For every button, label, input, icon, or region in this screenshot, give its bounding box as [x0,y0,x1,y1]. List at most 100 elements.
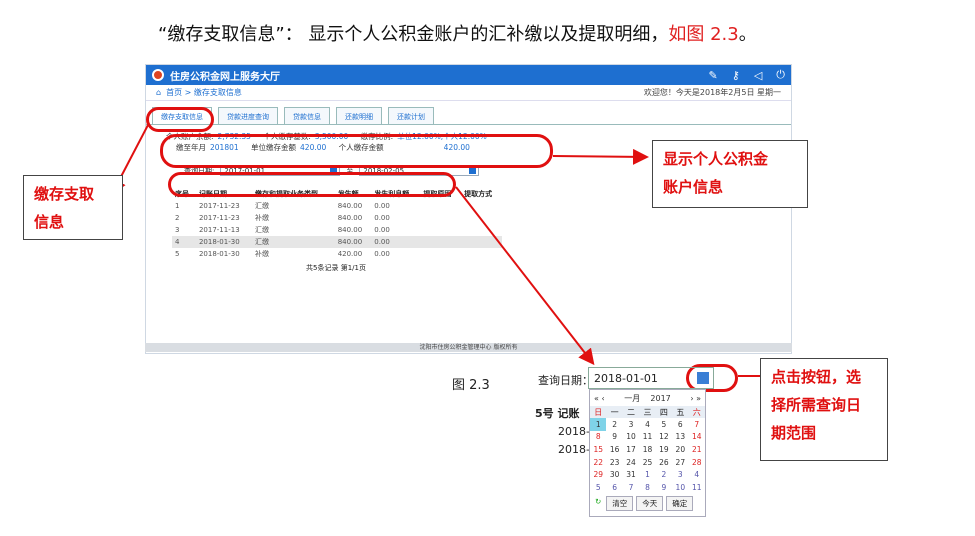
prev-month-icon[interactable]: ‹ [601,394,604,403]
calendar-day[interactable]: 3 [623,418,639,431]
partial-header: 5号 记账 [535,407,580,420]
calendar-day[interactable]: 12 [656,431,672,444]
calendar-day[interactable]: 2 [606,418,622,431]
weekday-label: 一 [606,406,623,418]
calendar-grid: 日 一 二 三 四 五 六 1234567 8 9 10 11 12 13 14 15 16 1… [590,406,705,494]
callout-deposit-info: 缴存支取 信息 [23,175,123,240]
app-topbar: 住房公积金网上服务大厅 ✎ ⚷ ◁ ⏻ [146,65,791,85]
calendar-day[interactable]: 28 [689,456,705,469]
calendar-day[interactable]: 9 [606,431,622,444]
weekday-label: 四 [655,406,673,418]
table-row[interactable]: 2 2017-11-23 补缴 840.00 0.00 [172,212,502,224]
tab-repayment-detail[interactable]: 还款明细 [336,107,382,124]
calendar-day[interactable]: 22 [590,456,606,469]
calendar-query-label: 查询日期： [538,374,593,387]
calendar-day[interactable]: 1 [590,418,607,431]
calendar-query-input[interactable]: 2018-01-01 [588,367,714,389]
calendar-day[interactable]: 21 [689,443,705,456]
weekday-label: 六 [688,406,705,418]
calendar-day[interactable]: 26 [656,456,672,469]
table-row[interactable]: 3 2017-11-13 汇缴 840.00 0.00 [172,224,502,236]
welcome-text: 欢迎您！今天是2018年2月5日 星期一 [643,88,781,97]
calendar-icon[interactable] [697,372,709,384]
power-icon[interactable]: ⏻ [776,68,785,82]
speaker-icon[interactable]: ◁ [754,69,762,82]
refresh-icon[interactable]: ↻ [593,496,603,511]
callout-select-date: 点击按钮，选 择所需查询日 期范围 [760,358,888,461]
calendar-day[interactable]: 11 [639,431,655,444]
weekday-label: 五 [672,406,689,418]
calendar-popup: « ‹ 一月 2017 › » 日 一 二 三 四 五 六 1234567 89… [589,389,706,517]
prev-year-icon[interactable]: « [594,394,599,403]
weekday-label: 三 [639,406,656,418]
calendar-day[interactable]: 18 [639,443,655,456]
calendar-day[interactable]: 27 [672,456,688,469]
calendar-buttons: ↻ 清空 今天 确定 [590,494,705,513]
calendar-day[interactable]: 7 [623,481,639,494]
calendar-day[interactable]: 20 [672,443,688,456]
figure-label: 图 2.3 [452,378,490,393]
calendar-day[interactable]: 6 [672,418,688,431]
calendar-day[interactable]: 8 [590,431,606,444]
calendar-day[interactable]: 23 [606,456,622,469]
calendar-day[interactable]: 2 [656,468,672,481]
clear-button[interactable]: 清空 [606,495,634,511]
key-icon[interactable]: ⚷ [732,69,740,82]
calendar-day[interactable]: 8 [639,481,655,494]
tab-loan-progress[interactable]: 贷款进度查询 [218,107,278,124]
calendar-day[interactable]: 14 [689,431,705,444]
calendar-day[interactable]: 1 [639,468,655,481]
highlight-info-oval [160,134,553,168]
calendar-day[interactable]: 31 [623,468,639,481]
calendar-day[interactable]: 7 [689,418,705,431]
calendar-day[interactable]: 3 [672,468,688,481]
heading-text: “缴存支取信息”： 显示个人公积金账户的汇补缴以及提取明细， [158,24,669,45]
calendar-day[interactable]: 11 [689,481,705,494]
calendar-day[interactable]: 9 [656,481,672,494]
app-footer: 沈阳市住房公积金管理中心 版权所有 [145,343,792,352]
edit-icon[interactable]: ✎ [709,69,718,82]
calendar-day[interactable]: 19 [656,443,672,456]
tab-loan-info[interactable]: 贷款信息 [284,107,330,124]
callout-account-info: 显示个人公积金 账户信息 [652,140,808,208]
transaction-table: 序号 记账日期 缴存和提取业务类型 发生额 发生利息额 提取原因 提取方式 12… [172,188,502,260]
calendar-day[interactable]: 24 [623,456,639,469]
col-method: 提取方式 [464,190,493,198]
calendar-day[interactable]: 17 [623,443,639,456]
calendar-day[interactable]: 5 [590,481,606,494]
calendar-nav: « ‹ 一月 2017 › » [590,390,705,406]
calendar-month[interactable]: 一月 [624,393,640,404]
calendar-day[interactable]: 29 [590,468,606,481]
calendar-day[interactable]: 25 [639,456,655,469]
table-row[interactable]: 1 2017-11-23 汇缴 840.00 0.00 [172,200,502,212]
highlight-tab-oval [146,107,214,132]
calendar-day[interactable]: 10 [623,431,639,444]
calendar-day[interactable]: 6 [606,481,622,494]
today-button[interactable]: 今天 [636,495,664,511]
table-row[interactable]: 4 2018-01-30 汇缴 840.00 0.00 [172,236,502,248]
logo-icon [152,69,164,81]
calendar-day[interactable]: 4 [639,418,655,431]
next-month-icon[interactable]: › [690,394,693,403]
pagination-summary: 共5条记录 第1/1页 [306,264,366,272]
home-icon[interactable]: ⌂ [156,88,161,97]
calendar-day[interactable]: 30 [606,468,622,481]
calendar-day[interactable]: 5 [656,418,672,431]
page-heading: “缴存支取信息”： 显示个人公积金账户的汇补缴以及提取明细，如图 2.3。 [158,20,757,46]
weekday-label: 二 [622,406,640,418]
breadcrumb-text[interactable]: 首页 > 缴存支取信息 [166,87,242,98]
heading-end: 。 [738,24,757,45]
tab-repayment-plan[interactable]: 还款计划 [388,107,434,124]
calendar-day[interactable]: 15 [590,443,606,456]
calendar-day[interactable]: 4 [689,468,705,481]
calendar-day[interactable]: 16 [606,443,622,456]
table-row[interactable]: 5 2018-01-30 补缴 420.00 0.00 [172,248,502,260]
calendar-year[interactable]: 2017 [650,394,670,403]
calendar-day[interactable]: 10 [672,481,688,494]
calendar-day[interactable]: 13 [672,431,688,444]
ok-button[interactable]: 确定 [666,495,694,511]
breadcrumb: ⌂ 首页 > 缴存支取信息 欢迎您！今天是2018年2月5日 星期一 [146,85,791,101]
next-year-icon[interactable]: » [696,394,701,403]
app-title: 住房公积金网上服务大厅 [170,71,280,83]
calendar-icon[interactable] [469,167,477,174]
